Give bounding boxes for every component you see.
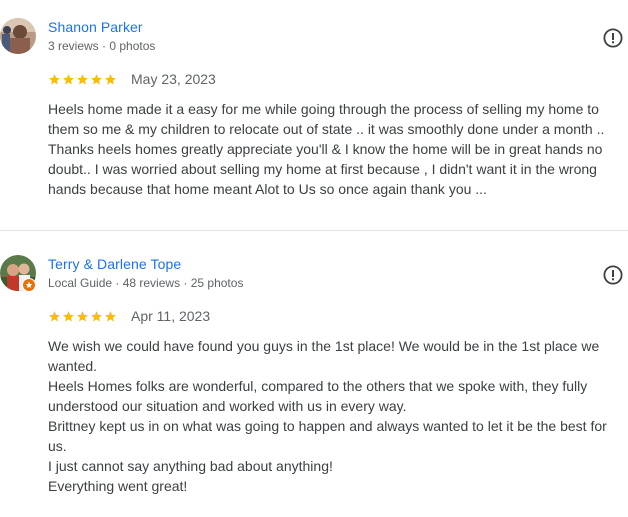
report-icon [603, 28, 623, 48]
report-button[interactable] [602, 27, 624, 49]
star-icon [91, 310, 102, 321]
report-icon [603, 265, 623, 285]
reviewer-name[interactable]: Terry & Darlene Tope [48, 256, 181, 272]
review-text: We wish we could have found you guys in … [48, 338, 607, 494]
local-guide-badge-icon [22, 278, 36, 292]
star-icon [49, 310, 60, 321]
star-icon [49, 73, 60, 84]
star-icon [105, 73, 116, 84]
reviewer-name[interactable]: Shanon Parker [48, 19, 143, 35]
star-icon [63, 310, 74, 321]
rating-row: Apr 11, 2023 [48, 307, 210, 325]
star-icon [91, 73, 102, 84]
reviewer-meta: Local Guide · 48 reviews · 25 photos [48, 276, 244, 290]
report-button[interactable] [602, 264, 624, 286]
review-card: Terry & Darlene Tope Local Guide · 48 re… [0, 231, 628, 517]
reviewer-meta: 3 reviews · 0 photos [48, 39, 156, 53]
rating-row: May 23, 2023 [48, 70, 216, 88]
review-card: Shanon Parker 3 reviews · 0 photos May 2… [0, 0, 628, 230]
star-icon [105, 310, 116, 321]
star-icon [77, 73, 88, 84]
review-text: Heels home made it a easy for me while g… [48, 101, 605, 197]
review-date: May 23, 2023 [131, 71, 216, 87]
review-date: Apr 11, 2023 [131, 308, 211, 324]
star-rating [48, 310, 117, 323]
avatar[interactable] [0, 18, 36, 54]
star-icon [63, 73, 74, 84]
star-rating [48, 73, 117, 86]
star-icon [77, 310, 88, 321]
